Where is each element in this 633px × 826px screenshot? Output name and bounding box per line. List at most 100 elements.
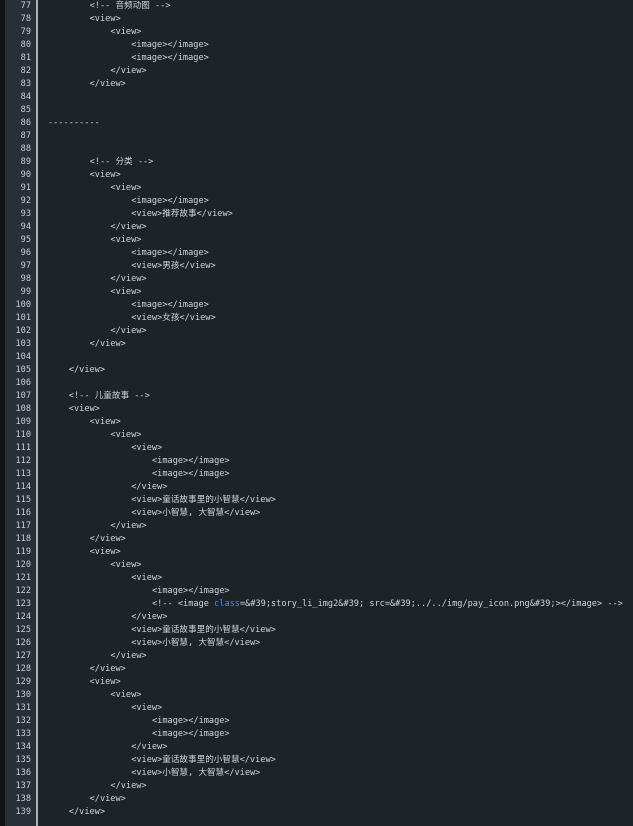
code-line[interactable]: 93 <view>推荐故事</view> (0, 208, 633, 221)
code-line[interactable]: 89 <!-- 分类 --> (0, 156, 633, 169)
code-text: <view> (89, 677, 121, 687)
code-text: <image></image> (152, 456, 230, 466)
line-number: 82 (20, 66, 31, 76)
code-text: </view> (131, 612, 168, 622)
code-text: </view> (89, 794, 126, 804)
line-number: 80 (20, 40, 31, 50)
code-line[interactable]: 130 <view> (0, 689, 633, 702)
code-line[interactable]: 90 <view> (0, 169, 633, 182)
code-text: </view> (131, 742, 168, 752)
code-line[interactable]: 112 <image></image> (0, 455, 633, 468)
code-line[interactable]: 106 (0, 377, 633, 390)
code-line[interactable]: 127 </view> (0, 650, 633, 663)
code-line[interactable]: 125 <view>童话故事里的小智慧</view> (0, 624, 633, 637)
code-text: <view> (110, 287, 142, 297)
code-lines[interactable]: 77 <!-- 音频动图 --> 78 <view> 79 <view> 80 <image>… (0, 0, 633, 819)
code-line[interactable]: 138 </view> (0, 793, 633, 806)
code-text: <image></image> (131, 248, 209, 258)
code-line[interactable]: 82 </view> (0, 65, 633, 78)
code-text: <image></image> (131, 300, 209, 310)
code-line[interactable]: 114 </view> (0, 481, 633, 494)
code-text: </view> (110, 326, 147, 336)
code-line[interactable]: 95 <view> (0, 234, 633, 247)
code-line[interactable]: 137 </view> (0, 780, 633, 793)
code-line[interactable]: 99 <view> (0, 286, 633, 299)
line-number: 139 (15, 807, 31, 817)
code-line[interactable]: 118 </view> (0, 533, 633, 546)
code-line[interactable]: 128 </view> (0, 663, 633, 676)
code-line[interactable]: 134 </view> (0, 741, 633, 754)
line-number: 132 (15, 716, 31, 726)
code-line[interactable]: 105 </view> (0, 364, 633, 377)
code-line[interactable]: 80 <image></image> (0, 39, 633, 52)
code-line[interactable]: 87 (0, 130, 633, 143)
code-line[interactable]: 92 <image></image> (0, 195, 633, 208)
code-line[interactable]: 102 </view> (0, 325, 633, 338)
code-text: <view> (110, 690, 142, 700)
line-number: 87 (20, 131, 31, 141)
line-number: 110 (15, 430, 31, 440)
line-number: 85 (20, 105, 31, 115)
code-line[interactable]: 116 <view>小智慧, 大智慧</view> (0, 507, 633, 520)
code-text: <view> (89, 170, 121, 180)
code-line[interactable]: 136 <view>小智慧, 大智慧</view> (0, 767, 633, 780)
code-line[interactable]: 111 <view> (0, 442, 633, 455)
code-line[interactable]: 103 </view> (0, 338, 633, 351)
code-line[interactable]: 123 <!-- <image class=&#39;story_li_img2&… (0, 598, 633, 611)
code-line[interactable]: 100 <image></image> (0, 299, 633, 312)
line-number: 98 (20, 274, 31, 284)
code-line[interactable]: 83 </view> (0, 78, 633, 91)
line-number: 115 (15, 495, 31, 505)
code-line[interactable]: 94 </view> (0, 221, 633, 234)
code-line[interactable]: 133 <image></image> (0, 728, 633, 741)
line-number: 108 (15, 404, 31, 414)
code-line[interactable]: 85 (0, 104, 633, 117)
code-line[interactable]: 131 <view> (0, 702, 633, 715)
line-number: 78 (20, 14, 31, 24)
code-text: <!-- 音频动图 --> (89, 1, 171, 11)
code-text: </view> (68, 365, 106, 375)
code-line[interactable]: 109 <view> (0, 416, 633, 429)
code-line[interactable]: 81 <image></image> (0, 52, 633, 65)
code-text: ---------- (48, 118, 100, 128)
code-line[interactable]: 126 <view>小智慧, 大智慧</view> (0, 637, 633, 650)
code-line[interactable]: 79 <view> (0, 26, 633, 39)
line-number: 137 (15, 781, 31, 791)
code-line[interactable]: 120 <view> (0, 559, 633, 572)
code-line[interactable]: 119 <view> (0, 546, 633, 559)
code-line[interactable]: 115 <view>童话故事里的小智慧</view> (0, 494, 633, 507)
code-line[interactable]: 132 <image></image> (0, 715, 633, 728)
code-line[interactable]: 117 </view> (0, 520, 633, 533)
line-number: 138 (15, 794, 31, 804)
code-line[interactable]: 104 (0, 351, 633, 364)
code-line[interactable]: 96 <image></image> (0, 247, 633, 260)
code-text: <image></image> (152, 469, 230, 479)
code-line[interactable]: 84 (0, 91, 633, 104)
line-number: 125 (15, 625, 31, 635)
code-line[interactable]: 97 <view>男孩</view> (0, 260, 633, 273)
code-text: </view> (110, 66, 147, 76)
code-text: </view> (110, 274, 147, 284)
code-line[interactable]: 135 <view>童话故事里的小智慧</view> (0, 754, 633, 767)
code-line[interactable]: 139 </view> (0, 806, 633, 819)
code-text: <!-- 儿童故事 --> (68, 391, 150, 401)
code-line[interactable]: 86 ---------- (0, 117, 633, 130)
code-line[interactable]: 101 <view>女孩</view> (0, 312, 633, 325)
code-line[interactable]: 88 (0, 143, 633, 156)
code-line[interactable]: 121 <view> (0, 572, 633, 585)
code-line[interactable]: 78 <view> (0, 13, 633, 26)
line-number: 90 (20, 170, 31, 180)
code-line[interactable]: 113 <image></image> (0, 468, 633, 481)
code-line[interactable]: 108 <view> (0, 403, 633, 416)
code-line[interactable]: 98 </view> (0, 273, 633, 286)
code-line[interactable]: 129 <view> (0, 676, 633, 689)
code-text: <view>童话故事里的小智慧</view> (131, 625, 276, 635)
code-line[interactable]: 91 <view> (0, 182, 633, 195)
code-editor[interactable]: 77 <!-- 音频动图 --> 78 <view> 79 <view> 80 <image>… (0, 0, 633, 826)
line-number: 130 (15, 690, 31, 700)
code-line[interactable]: 77 <!-- 音频动图 --> (0, 0, 633, 13)
code-line[interactable]: 107 <!-- 儿童故事 --> (0, 390, 633, 403)
code-line[interactable]: 124 </view> (0, 611, 633, 624)
code-line[interactable]: 122 <image></image> (0, 585, 633, 598)
code-line[interactable]: 110 <view> (0, 429, 633, 442)
